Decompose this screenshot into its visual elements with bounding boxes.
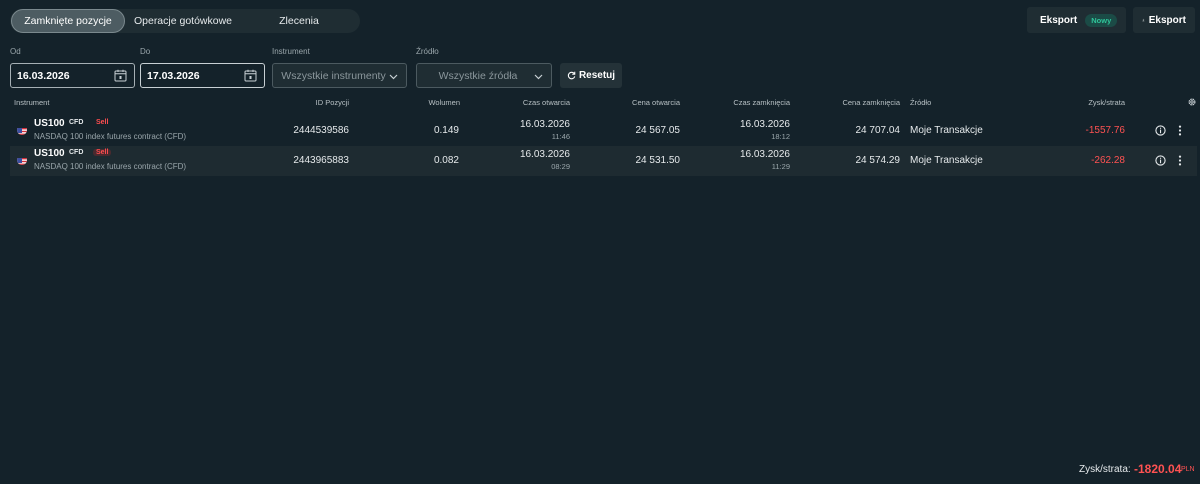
header-pnl[interactable]: Zysk/strata: [1088, 98, 1125, 107]
source-filter-label: Źródło: [416, 47, 439, 56]
close-time: 11:29: [771, 162, 790, 171]
close-date: 16.03.2026: [739, 119, 790, 130]
position-id: 2443965883: [293, 155, 349, 166]
instrument-select[interactable]: Wszystkie instrumenty: [272, 63, 407, 88]
instrument-type-badge: CFD: [69, 119, 84, 126]
calendar-icon[interactable]: [244, 69, 257, 82]
total-pnl-value: -1820.04: [1134, 462, 1182, 476]
info-icon[interactable]: [1155, 155, 1166, 166]
export-new-button[interactable]: Eksport Nowy: [1027, 7, 1126, 33]
chevron-down-icon: [534, 74, 543, 80]
more-vertical-icon[interactable]: [1175, 125, 1185, 136]
total-pnl-currency: PLN: [1181, 466, 1195, 473]
export-new-label: Eksport: [1040, 14, 1078, 26]
more-vertical-icon[interactable]: [1175, 155, 1185, 166]
header-close-price[interactable]: Cena zamknięcia: [842, 98, 900, 107]
table-row[interactable]: US100 CFD Sell NASDAQ 100 index futures …: [10, 116, 1197, 146]
header-volume[interactable]: Wolumen: [428, 98, 460, 107]
download-icon: [1142, 18, 1145, 22]
header-close-time[interactable]: Czas zamknięcia: [733, 98, 790, 107]
header-source[interactable]: Źródło: [910, 98, 931, 107]
date-from-value: 16.03.2026: [17, 69, 70, 82]
us-flag-icon: [17, 125, 27, 135]
volume: 0.149: [433, 125, 459, 136]
instrument-type-badge: CFD: [69, 149, 84, 156]
chevron-down-icon: [389, 74, 398, 80]
tab-cash-operations[interactable]: Operacje gotówkowe: [125, 9, 241, 33]
open-time: 11:46: [551, 132, 570, 141]
instrument-description: NASDAQ 100 index futures contract (CFD): [34, 132, 187, 141]
volume: 0.082: [433, 155, 459, 166]
info-icon[interactable]: [1155, 125, 1166, 136]
close-date: 16.03.2026: [739, 149, 790, 160]
open-date: 16.03.2026: [519, 149, 570, 160]
source: Moje Transakcje: [910, 125, 983, 136]
date-to-field[interactable]: 17.03.2026: [140, 63, 265, 88]
export-label: Eksport: [1148, 14, 1186, 26]
open-date: 16.03.2026: [519, 119, 570, 130]
instrument-symbol: US100: [34, 148, 65, 159]
us-flag-icon: [17, 155, 27, 165]
open-price: 24 531.50: [635, 155, 681, 166]
export-button[interactable]: Eksport: [1133, 7, 1195, 33]
header-instrument[interactable]: Instrument: [14, 98, 49, 107]
instrument-description: NASDAQ 100 index futures contract (CFD): [34, 162, 187, 171]
header-open-price[interactable]: Cena otwarcia: [632, 98, 680, 107]
to-label: Do: [140, 47, 151, 56]
pnl-value: -1557.76: [1085, 125, 1125, 136]
reset-button[interactable]: Resetuj: [560, 63, 622, 88]
tab-bar: Zamknięte pozycje Operacje gotówkowe Zle…: [10, 9, 360, 33]
header-position-id[interactable]: ID Pozycji: [316, 98, 349, 107]
table-row[interactable]: US100 CFD Sell NASDAQ 100 index futures …: [10, 146, 1197, 176]
tab-closed-positions[interactable]: Zamknięte pozycje: [11, 9, 125, 33]
new-badge: Nowy: [1085, 13, 1118, 27]
close-price: 24 707.04: [855, 125, 901, 136]
side-badge: Sell: [96, 119, 109, 126]
reset-label: Resetuj: [578, 70, 616, 81]
instrument-symbol: US100: [34, 118, 65, 129]
close-time: 18:12: [771, 132, 790, 141]
closed-positions-panel: Zamknięte pozycje Operacje gotówkowe Zle…: [0, 0, 1200, 484]
header-open-time[interactable]: Czas otwarcia: [523, 98, 570, 107]
gear-icon[interactable]: [1187, 97, 1197, 107]
source-select[interactable]: Wszystkie źródła: [416, 63, 552, 88]
source: Moje Transakcje: [910, 155, 983, 166]
position-id: 2444539586: [293, 125, 349, 136]
from-label: Od: [10, 47, 21, 56]
open-price: 24 567.05: [635, 125, 681, 136]
date-from-field[interactable]: 16.03.2026: [10, 63, 135, 88]
source-select-value: Wszystkie źródła: [438, 69, 518, 82]
open-time: 08:29: [551, 162, 570, 171]
calendar-icon[interactable]: [114, 69, 127, 82]
date-to-value: 17.03.2026: [147, 69, 200, 82]
tab-orders[interactable]: Zlecenia: [241, 9, 357, 33]
refresh-icon: [567, 71, 576, 80]
close-price: 24 574.29: [855, 155, 901, 166]
total-pnl-label: Zysk/strata:: [1079, 464, 1131, 475]
instrument-filter-label: Instrument: [272, 47, 310, 56]
pnl-value: -262.28: [1091, 155, 1125, 166]
instrument-select-value: Wszystkie instrumenty: [281, 69, 386, 82]
side-badge: Sell: [93, 149, 112, 156]
